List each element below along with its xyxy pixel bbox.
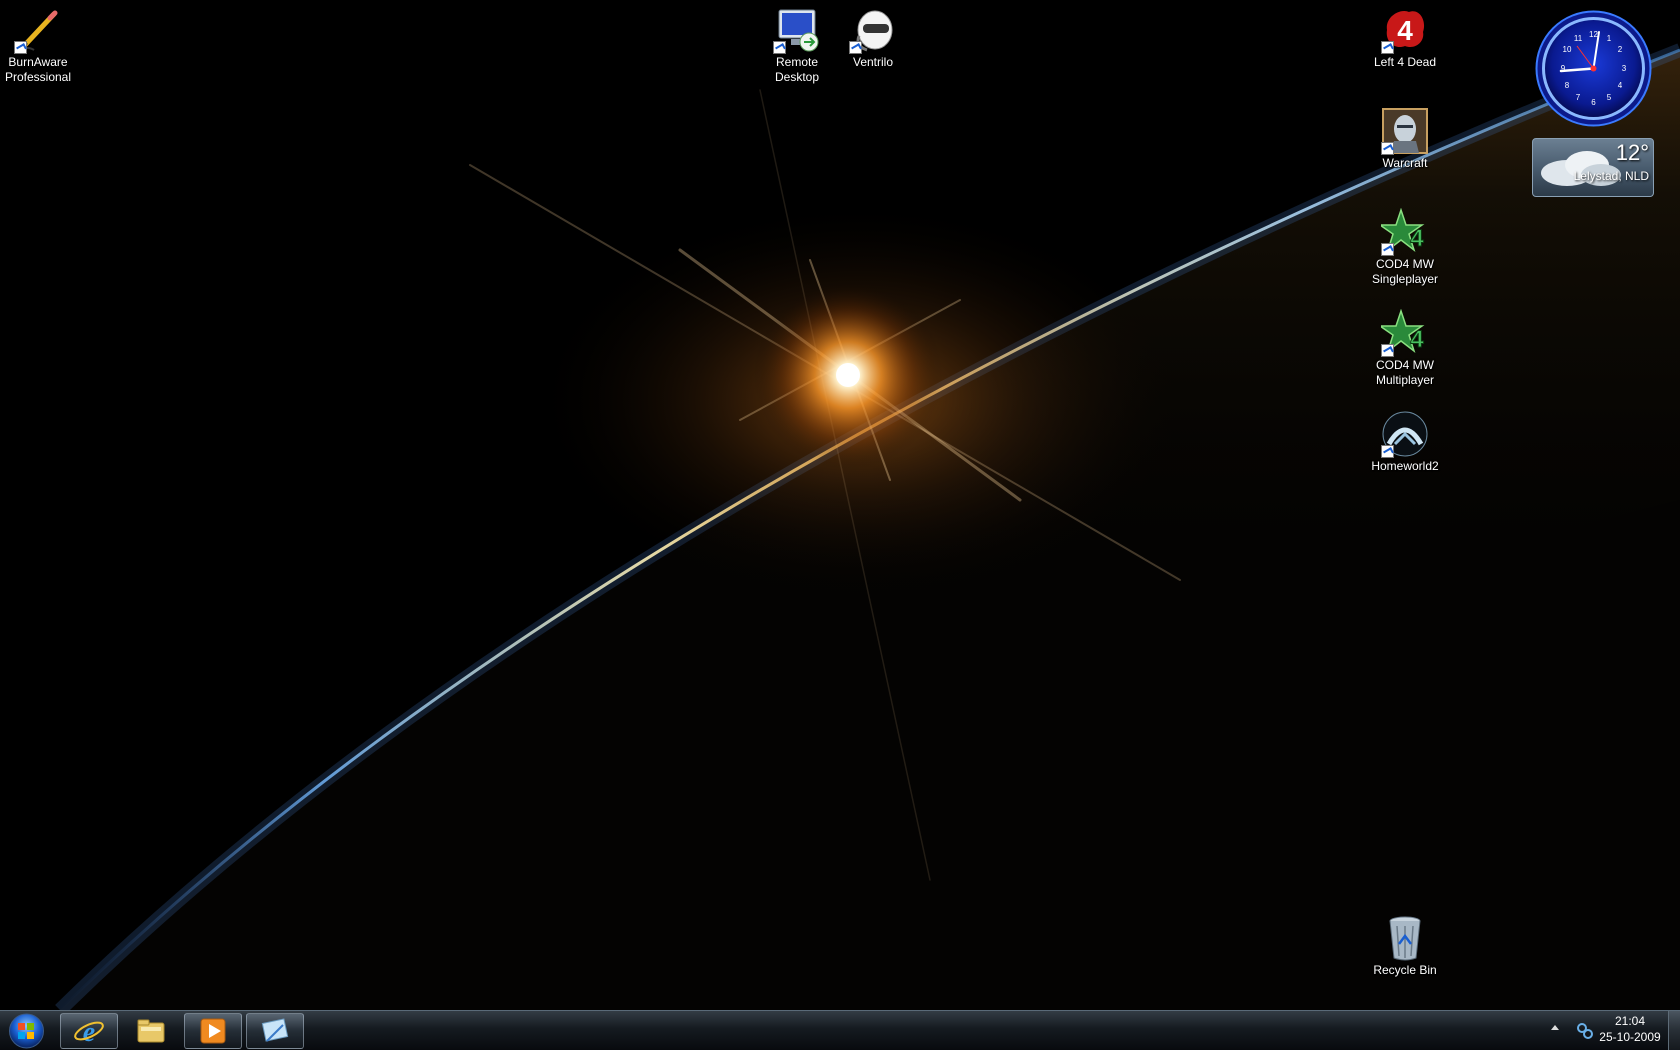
snipping-tool-icon <box>261 1018 289 1042</box>
taskbar: e <box>0 1010 1680 1050</box>
svg-text:4: 4 <box>1410 326 1424 353</box>
weather-temperature: 12° <box>1615 140 1649 165</box>
cod4-icon: 4 <box>1381 208 1429 256</box>
windows-explorer-icon <box>137 1019 165 1043</box>
show-hidden-icons-button[interactable] <box>1551 1025 1559 1030</box>
svg-text:7: 7 <box>1576 93 1581 102</box>
media-player-icon <box>200 1018 226 1044</box>
desktop-icon-label: COD4 MW Multiplayer <box>1375 358 1435 387</box>
desktop-icon-label: Remote Desktop <box>774 55 820 84</box>
show-desktop-button[interactable] <box>1668 1011 1680 1050</box>
taskbar-media-player[interactable] <box>184 1013 242 1049</box>
weather-gadget[interactable]: 12° Lelystad, NLD <box>1532 138 1654 197</box>
desktop-icon-burnaware[interactable]: BurnAware Professional <box>0 6 80 85</box>
remote-desktop-icon <box>773 6 821 54</box>
taskbar-date: 25-10-2009 <box>1599 1030 1661 1044</box>
ventrilo-icon <box>849 6 897 54</box>
cloud-icon <box>1541 151 1621 186</box>
svg-text:4: 4 <box>1618 81 1623 90</box>
desktop-icon-label: COD4 MW Singleplayer <box>1371 257 1439 286</box>
desktop-icon-label: Warcraft <box>1382 156 1428 170</box>
desktop-icon-label: Homeworld2 <box>1371 459 1439 473</box>
svg-text:e: e <box>83 1017 95 1047</box>
start-button[interactable] <box>4 1012 49 1050</box>
warcraft-icon <box>1381 107 1429 155</box>
desktop-icon-recycle-bin[interactable]: Recycle Bin <box>1363 914 1447 978</box>
cod4-icon: 4 <box>1381 309 1429 357</box>
svg-text:12: 12 <box>1589 30 1598 39</box>
taskbar-windows-explorer[interactable] <box>122 1013 180 1049</box>
taskbar-snipping-tool[interactable] <box>246 1013 304 1049</box>
left4dead-icon: 4 <box>1381 6 1429 54</box>
desktop-icon-remote-desktop[interactable]: Remote Desktop <box>755 6 839 85</box>
svg-text:3: 3 <box>1622 64 1627 73</box>
svg-text:2: 2 <box>1618 45 1623 54</box>
svg-text:8: 8 <box>1565 81 1570 90</box>
desktop-icon-ventrilo[interactable]: Ventrilo <box>831 6 915 70</box>
desktop-icon-label: Recycle Bin <box>1373 963 1437 977</box>
svg-text:1: 1 <box>1607 34 1612 43</box>
desktop-icon-left4dead[interactable]: 4 Left 4 Dead <box>1363 6 1447 70</box>
svg-text:5: 5 <box>1607 93 1612 102</box>
svg-text:4: 4 <box>1410 225 1424 252</box>
taskbar-clock[interactable]: 21:04 25-10-2009 <box>1596 1013 1664 1045</box>
shortcut-arrow-icon <box>849 41 862 54</box>
analog-clock-icon: 12 1 2 3 4 5 6 7 8 9 10 11 <box>1535 10 1652 127</box>
shortcut-arrow-icon <box>1381 344 1394 357</box>
svg-text:4: 4 <box>1397 15 1413 46</box>
homeworld2-icon <box>1381 410 1429 458</box>
network-icon[interactable] <box>1575 1021 1595 1041</box>
shortcut-arrow-icon <box>1381 243 1394 256</box>
clock-gadget[interactable]: 12 1 2 3 4 5 6 7 8 9 10 11 <box>1535 10 1652 127</box>
shortcut-arrow-icon <box>773 41 786 54</box>
svg-text:11: 11 <box>1574 34 1583 43</box>
shortcut-arrow-icon <box>1381 41 1394 54</box>
windows-logo-icon <box>9 1013 44 1049</box>
internet-explorer-icon: e <box>74 1017 104 1047</box>
weather-location: Lelystad, NLD <box>1573 169 1649 183</box>
desktop-icon-cod4-multiplayer[interactable]: 4 COD4 MW Multiplayer <box>1363 309 1447 388</box>
burnaware-icon <box>14 6 62 54</box>
shortcut-arrow-icon <box>14 41 27 54</box>
desktop-icon-homeworld2[interactable]: Homeworld2 <box>1363 410 1447 474</box>
desktop-icon-label: BurnAware Professional <box>4 55 72 84</box>
taskbar-time: 21:04 <box>1614 1014 1646 1028</box>
shortcut-arrow-icon <box>1381 445 1394 458</box>
recycle-bin-icon <box>1381 914 1429 962</box>
desktop-icon-warcraft[interactable]: Warcraft <box>1363 107 1447 171</box>
shortcut-arrow-icon <box>1381 142 1394 155</box>
desktop-icon-label: Ventrilo <box>852 55 894 69</box>
svg-text:10: 10 <box>1563 45 1572 54</box>
desktop-icon-cod4-singleplayer[interactable]: 4 COD4 MW Singleplayer <box>1363 208 1447 287</box>
taskbar-internet-explorer[interactable]: e <box>60 1013 118 1049</box>
svg-text:6: 6 <box>1591 98 1596 107</box>
desktop-icon-label: Left 4 Dead <box>1373 55 1437 69</box>
